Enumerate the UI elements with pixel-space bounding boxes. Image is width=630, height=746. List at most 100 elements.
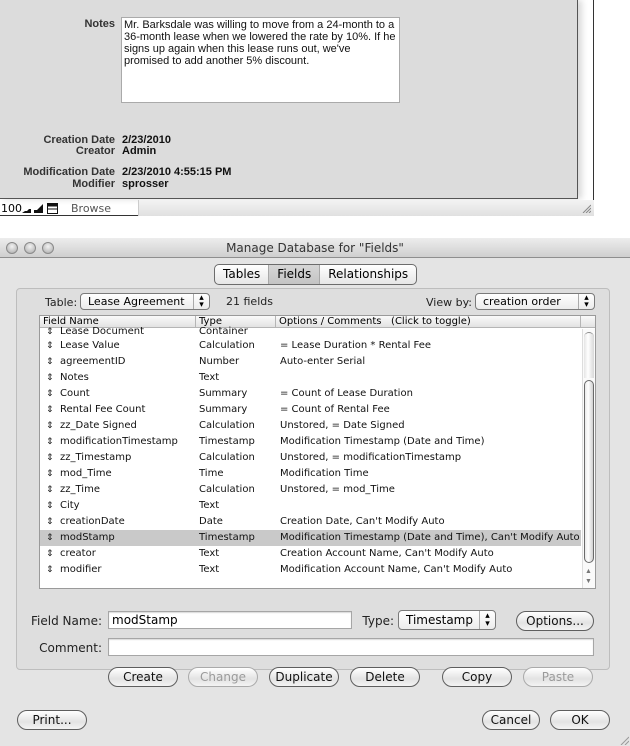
row-drag-handle-icon[interactable]: ⇕ bbox=[46, 338, 54, 354]
row-drag-handle-icon[interactable]: ⇕ bbox=[46, 402, 54, 418]
status-toolbar-toggle-icon[interactable] bbox=[47, 202, 58, 214]
table-row[interactable]: ⇕ modificationTimestamp Timestamp Modificat… bbox=[40, 434, 581, 450]
change-button[interactable]: Change bbox=[188, 667, 258, 687]
row-drag-handle-icon[interactable]: ⇕ bbox=[46, 514, 54, 530]
layout-area: Notes Mr. Barksdale was willing to move … bbox=[0, 0, 578, 199]
table-row[interactable]: ⇕ creationDate Date Creation Date, Can't Mo… bbox=[40, 514, 581, 530]
cancel-button[interactable]: Cancel bbox=[482, 710, 540, 730]
creator-label: Creator bbox=[75, 145, 115, 157]
field-type-cell: Container bbox=[199, 326, 248, 337]
table-rows: ⇕ Lease Document Container ⇕ Lease Value Calc… bbox=[40, 326, 581, 578]
field-type-cell: Text bbox=[199, 372, 220, 383]
options-button[interactable]: Options... bbox=[516, 611, 594, 631]
view-by-select[interactable]: creation order ▴ ▾ bbox=[475, 293, 595, 310]
row-drag-handle-icon[interactable]: ⇕ bbox=[46, 386, 54, 402]
row-drag-handle-icon[interactable]: ⇕ bbox=[46, 530, 54, 546]
table-row[interactable]: ⇕ Lease Document Container bbox=[40, 326, 581, 338]
popup-arrows-icon: ▴ ▾ bbox=[479, 611, 495, 629]
vertical-scrollbar[interactable]: ▲ ▼ bbox=[582, 329, 595, 588]
table-select-value: Lease Agreement bbox=[88, 295, 185, 308]
tab-relationships[interactable]: Relationships bbox=[320, 265, 416, 284]
tab-bar: Tables Fields Relationships bbox=[214, 264, 418, 285]
title-bar[interactable]: Manage Database for "Fields" bbox=[0, 238, 630, 258]
field-name-cell: zz_Timestamp bbox=[60, 452, 132, 463]
table-row[interactable]: ⇕ zz_Timestamp Calculation Unstored, = modi… bbox=[40, 450, 581, 466]
row-drag-handle-icon[interactable]: ⇕ bbox=[46, 370, 54, 386]
ok-button[interactable]: OK bbox=[550, 710, 610, 730]
scrollbar-thumb[interactable] bbox=[584, 380, 594, 563]
field-options-cell: Auto-enter Serial bbox=[280, 356, 366, 367]
field-type-cell: Time bbox=[199, 468, 224, 479]
table-row[interactable]: ⇕ mod_Time Time Modification Time bbox=[40, 466, 581, 482]
field-options-cell: Modification Time bbox=[280, 468, 369, 479]
field-name-cell: mod_Time bbox=[60, 468, 112, 479]
table-row[interactable]: ⇕ modifier Text Modification Account Name, … bbox=[40, 562, 581, 578]
row-drag-handle-icon[interactable]: ⇕ bbox=[46, 498, 54, 514]
row-drag-handle-icon[interactable]: ⇕ bbox=[46, 354, 54, 370]
copy-button[interactable]: Copy bbox=[442, 667, 512, 687]
table-row[interactable]: ⇕ zz_Date Signed Calculation Unstored, = Da… bbox=[40, 418, 581, 434]
status-bar: 100 Browse bbox=[0, 200, 594, 216]
field-name-input[interactable] bbox=[108, 611, 352, 629]
modifier-value[interactable]: sprosser bbox=[122, 178, 168, 190]
table-row[interactable]: ⇕ Count Summary = Count of Lease Duration bbox=[40, 386, 581, 402]
comment-input[interactable] bbox=[108, 638, 594, 656]
creator-value[interactable]: Admin bbox=[122, 145, 156, 157]
field-name-cell: agreementID bbox=[60, 356, 126, 367]
field-name-cell: zz_Time bbox=[60, 484, 100, 495]
table-row[interactable]: ⇕ agreementID Number Auto-enter Serial bbox=[40, 354, 581, 370]
duplicate-button[interactable]: Duplicate bbox=[269, 667, 339, 687]
field-options-cell: = Count of Lease Duration bbox=[280, 388, 413, 399]
row-drag-handle-icon[interactable]: ⇕ bbox=[46, 562, 54, 578]
print-button[interactable]: Print... bbox=[17, 710, 87, 730]
resize-grip-icon[interactable] bbox=[581, 203, 591, 213]
table-row[interactable]: ⇕ creator Text Creation Account Name, Can't… bbox=[40, 546, 581, 562]
comment-label: Comment: bbox=[39, 641, 102, 655]
zoom-out-icon[interactable] bbox=[21, 203, 32, 214]
field-type-cell: Text bbox=[199, 500, 220, 511]
modifier-label: Modifier bbox=[72, 178, 115, 190]
zoom-level[interactable]: 100 bbox=[0, 202, 22, 215]
table-row[interactable]: ⇕ Lease Value Calculation = Lease Duration … bbox=[40, 338, 581, 354]
row-drag-handle-icon[interactable]: ⇕ bbox=[46, 546, 54, 562]
table-row[interactable]: ⇕ City Text bbox=[40, 498, 581, 514]
row-drag-handle-icon[interactable]: ⇕ bbox=[46, 328, 54, 337]
row-drag-handle-icon[interactable]: ⇕ bbox=[46, 466, 54, 482]
table-select[interactable]: Lease Agreement ▴ ▾ bbox=[80, 293, 210, 310]
tab-tables[interactable]: Tables bbox=[215, 265, 270, 284]
field-type-cell: Date bbox=[199, 516, 223, 527]
view-by-label: View by: bbox=[426, 296, 472, 309]
field-type-cell: Text bbox=[199, 548, 220, 559]
resize-grip-icon[interactable] bbox=[619, 735, 629, 745]
field-options-cell: Creation Date, Can't Modify Auto bbox=[280, 516, 445, 527]
type-select[interactable]: Timestamp ▴ ▾ bbox=[398, 610, 496, 630]
popup-arrows-icon: ▴ ▾ bbox=[193, 294, 209, 310]
tab-fields[interactable]: Fields bbox=[269, 265, 321, 284]
table-row[interactable]: ⇕ Rental Fee Count Summary = Count of Renta… bbox=[40, 402, 581, 418]
table-row[interactable]: ⇕ modStamp Timestamp Modification Timestamp… bbox=[40, 530, 581, 546]
create-button[interactable]: Create bbox=[108, 667, 178, 687]
row-drag-handle-icon[interactable]: ⇕ bbox=[46, 450, 54, 466]
table-row[interactable]: ⇕ Notes Text bbox=[40, 370, 581, 386]
modification-date-value[interactable]: 2/23/2010 4:55:15 PM bbox=[122, 166, 231, 178]
row-drag-handle-icon[interactable]: ⇕ bbox=[46, 434, 54, 450]
row-drag-handle-icon[interactable]: ⇕ bbox=[46, 418, 54, 434]
field-type-cell: Timestamp bbox=[199, 436, 255, 447]
field-name-cell: Rental Fee Count bbox=[60, 404, 146, 415]
column-header-options[interactable]: Options / Comments (Click to toggle) bbox=[276, 316, 581, 328]
table-row[interactable]: ⇕ zz_Time Calculation Unstored, = mod_Time bbox=[40, 482, 581, 498]
notes-field[interactable]: Mr. Barksdale was willing to move from a… bbox=[121, 17, 400, 103]
row-drag-handle-icon[interactable]: ⇕ bbox=[46, 482, 54, 498]
scroll-down-arrow-icon[interactable]: ▼ bbox=[585, 578, 592, 585]
zoom-in-icon[interactable] bbox=[33, 203, 44, 214]
dialog-title: Manage Database for "Fields" bbox=[226, 241, 404, 255]
scrollbar-track-cap bbox=[584, 332, 594, 378]
field-type-cell: Calculation bbox=[199, 340, 255, 351]
mode-label[interactable]: Browse bbox=[71, 202, 111, 215]
field-type-cell: Summary bbox=[199, 388, 248, 399]
paste-button[interactable]: Paste bbox=[523, 667, 593, 687]
field-type-cell: Timestamp bbox=[199, 532, 255, 543]
type-select-value: Timestamp bbox=[406, 613, 473, 627]
delete-button[interactable]: Delete bbox=[350, 667, 420, 687]
scroll-up-arrow-icon[interactable]: ▲ bbox=[585, 568, 592, 575]
